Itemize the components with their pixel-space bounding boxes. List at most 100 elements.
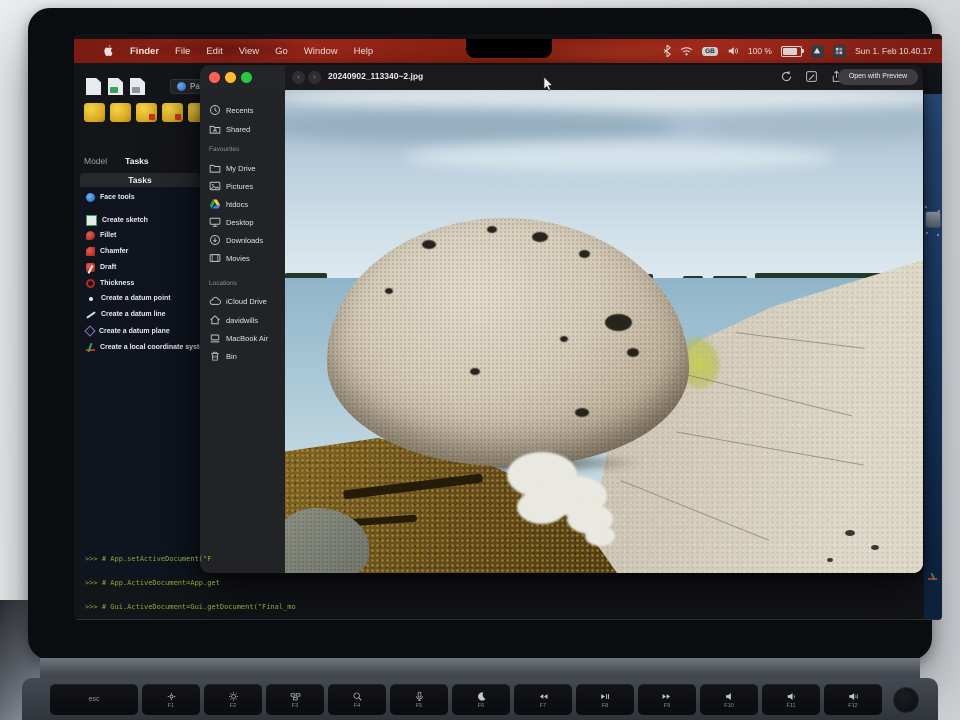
axis-indicator-icon — [928, 572, 938, 582]
python-console: >>> # App.setActiveDocument("F >>> # App… — [85, 539, 477, 620]
macbook-screen: Finder File Edit View Go Window Help GB … — [74, 34, 942, 620]
open-with-preview-button[interactable]: Open with Preview — [838, 69, 918, 85]
save-document-icon[interactable] — [130, 78, 145, 95]
freecad-3d-viewport-strip — [924, 94, 942, 620]
sidebar-item-pictures[interactable]: Pictures — [209, 180, 253, 192]
macbook-laptop: Finder File Edit View Go Window Help GB … — [28, 8, 942, 660]
task-fillet[interactable]: Fillet — [86, 231, 116, 240]
task-create-sketch[interactable]: Create sketch — [86, 215, 148, 226]
menu-go[interactable]: Go — [275, 46, 288, 57]
key-f8[interactable]: F8 — [576, 684, 634, 715]
task-datum-plane[interactable]: Create a datum plane — [84, 325, 170, 337]
console-line: >>> # App.ActiveDocument=App.get — [85, 579, 220, 587]
laptop-hinge — [40, 658, 920, 680]
key-f6[interactable]: F6 — [452, 684, 510, 715]
menu-window[interactable]: Window — [304, 46, 338, 57]
menu-view[interactable]: View — [239, 46, 259, 57]
tab-tasks[interactable]: Tasks — [125, 156, 148, 166]
thickness-icon — [86, 279, 95, 288]
menu-finder[interactable]: Finder — [130, 46, 159, 57]
volume-up-icon — [848, 691, 859, 702]
function-key-row: esc F1 F2 F3 F4 F5 F6 F7 F8 F9 F10 F11 F… — [50, 684, 926, 715]
fillet-icon — [86, 231, 95, 240]
window-title: 20240902_113340~2.jpg — [328, 71, 424, 81]
key-esc[interactable]: esc — [50, 684, 138, 715]
photo-preview — [285, 90, 923, 573]
menubar-app-icon-grid[interactable] — [832, 44, 846, 58]
battery-icon[interactable] — [780, 45, 804, 57]
sidebar-item-htdocs[interactable]: htdocs — [209, 198, 248, 210]
groove-tool-icon[interactable] — [162, 103, 183, 122]
sidebar-item-bin[interactable]: Bin — [209, 350, 237, 362]
pocket-tool-icon[interactable] — [136, 103, 157, 122]
sidebar-item-icloud[interactable]: iCloud Drive — [209, 295, 267, 307]
minimize-button[interactable] — [225, 72, 236, 83]
sidebar-item-recents[interactable]: Recents — [209, 104, 254, 116]
mission-control-icon — [290, 691, 301, 702]
task-thickness[interactable]: Thickness — [86, 279, 134, 288]
menu-edit[interactable]: Edit — [206, 46, 222, 57]
task-chamfer[interactable]: Chamfer — [86, 247, 128, 256]
touch-id-power-button[interactable] — [886, 684, 926, 715]
tab-model[interactable]: Model — [84, 156, 107, 166]
wifi-icon[interactable] — [680, 46, 693, 56]
face-tools-header[interactable]: Face tools — [86, 193, 135, 202]
key-f12[interactable]: F12 — [824, 684, 882, 715]
pad-tool-icon[interactable] — [84, 103, 105, 122]
navigation-cube[interactable] — [926, 212, 940, 227]
sidebar-item-downloads[interactable]: Downloads — [209, 234, 263, 246]
close-button[interactable] — [209, 72, 220, 83]
bluetooth-icon[interactable] — [663, 45, 672, 57]
menu-bar-clock[interactable]: Sun 1. Feb 10.40.17 — [855, 46, 932, 56]
face-tools-icon — [86, 193, 95, 202]
moon-icon — [476, 691, 487, 702]
rewind-icon — [537, 691, 549, 702]
key-f7[interactable]: F7 — [514, 684, 572, 715]
sketch-icon — [86, 215, 97, 226]
apple-menu-icon[interactable] — [102, 44, 114, 58]
task-local-cs[interactable]: Create a local coordinate syste — [86, 343, 203, 352]
key-f2[interactable]: F2 — [204, 684, 262, 715]
nav-back-button[interactable]: ‹ — [292, 71, 305, 84]
key-f10[interactable]: F10 — [700, 684, 758, 715]
key-f1[interactable]: F1 — [142, 684, 200, 715]
key-f5[interactable]: F5 — [390, 684, 448, 715]
rotate-icon[interactable] — [780, 70, 794, 84]
sidebar-item-home[interactable]: davidwills — [209, 314, 258, 326]
microphone-icon — [414, 691, 425, 702]
menu-file[interactable]: File — [175, 46, 190, 57]
task-datum-line[interactable]: Create a datum line — [86, 310, 166, 319]
key-f9[interactable]: F9 — [638, 684, 696, 715]
tasks-panel-header: Tasks — [80, 173, 200, 187]
menubar-app-icon-shield[interactable] — [810, 44, 824, 58]
datum-line-icon — [86, 310, 96, 319]
new-document-icon[interactable] — [86, 78, 101, 95]
volume-icon[interactable] — [727, 46, 739, 56]
datum-point-icon — [89, 296, 93, 301]
datum-plane-icon — [84, 325, 96, 337]
menu-help[interactable]: Help — [354, 46, 374, 57]
input-source-badge[interactable]: GB — [702, 46, 718, 56]
zoom-button[interactable] — [241, 72, 252, 83]
sidebar-item-desktop[interactable]: Desktop — [209, 216, 254, 228]
coordinate-system-icon — [86, 343, 95, 352]
mouse-cursor — [543, 76, 554, 91]
open-document-icon[interactable] — [108, 78, 123, 95]
key-f4[interactable]: F4 — [328, 684, 386, 715]
task-draft[interactable]: Draft — [86, 263, 116, 272]
sidebar-item-my-drive[interactable]: My Drive — [209, 162, 256, 174]
sidebar-item-shared[interactable]: Shared — [209, 123, 250, 135]
mute-icon — [724, 691, 735, 702]
console-line: >>> # App.setActiveDocument("F — [85, 555, 212, 563]
key-f3[interactable]: F3 — [266, 684, 324, 715]
markup-icon[interactable] — [805, 70, 819, 84]
photo-of-macbook: Finder File Edit View Go Window Help GB … — [0, 0, 960, 720]
task-datum-point[interactable]: Create a datum point — [86, 295, 171, 302]
sidebar-item-macbook-air[interactable]: MacBook Air — [209, 332, 268, 344]
revolve-tool-icon[interactable] — [110, 103, 131, 122]
finder-preview-window: ‹ › 20240902_113340~2.jpg Open with Prev… — [200, 65, 923, 573]
nav-forward-button[interactable]: › — [308, 71, 321, 84]
play-pause-icon — [599, 691, 611, 702]
sidebar-item-movies[interactable]: Movies — [209, 252, 250, 264]
key-f11[interactable]: F11 — [762, 684, 820, 715]
